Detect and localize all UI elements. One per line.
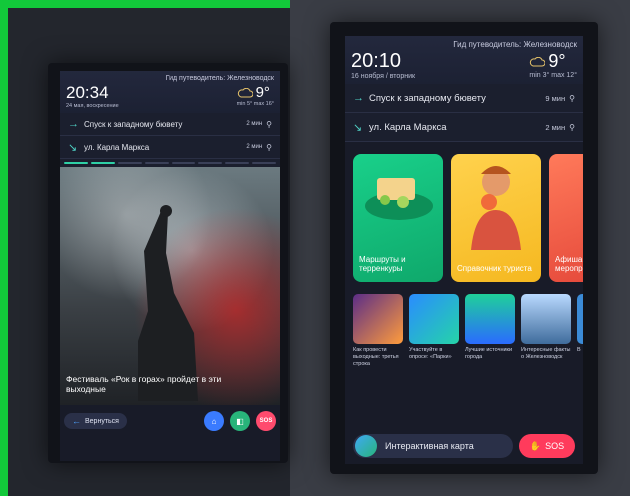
header: Гид путеводитель: Железноводск 20:10 16 … [345,36,583,84]
tile-image [465,294,515,344]
route-label: ул. Карла Маркса [84,142,150,152]
tile[interactable]: В [577,294,583,368]
hand-icon: ✋ [529,440,542,451]
walk-icon: ⚲ [569,93,575,103]
sos-button[interactable]: ✋ SOS [519,434,575,458]
kiosk-small-screen: Гид путеводитель: Железноводск 20:34 24 … [60,71,280,461]
arrow-right-icon: → [353,92,364,104]
route-time: 2 мин [545,122,566,132]
map-label: Интерактивная карта [385,441,474,451]
route-time: 2 мин [246,121,263,127]
route-time: 2 мин [246,144,263,150]
card-title: Маршруты и терренкуры [359,254,406,274]
map-icon [355,435,377,457]
tile[interactable]: Участвуйте в опросе: «Парки» [409,294,459,368]
map-icon: ◧ [236,416,244,426]
news-tiles: Как провести выходные: третья строка Уча… [345,290,583,372]
arrow-down-right-icon: ↘ [68,141,78,154]
route-item[interactable]: ↘ ул. Карла Маркса 2 мин ⚲ [345,113,583,142]
walk-icon: ⚲ [266,119,272,129]
walk-icon: ⚲ [266,142,272,152]
event-photo[interactable]: Фестиваль «Рок в горах» пройдет в эти вы… [60,167,280,405]
tourist-illustration [471,166,521,250]
tile-image [577,294,583,344]
sos-label: SOS [545,441,565,451]
tile-image [409,294,459,344]
card-events[interactable]: Афиша меропр [549,154,583,282]
kiosk-large-screen: Гид путеводитель: Железноводск 20:10 16 … [345,36,583,464]
cloud-moon-icon [237,87,253,97]
tile[interactable]: Лучшие источники города [465,294,515,368]
card-guide[interactable]: Справочник туриста [451,154,541,282]
route-time: 9 мин [545,93,566,103]
route-item[interactable]: → Спуск к западному бювету 2 мин ⚲ [60,113,280,136]
tile-title: В [577,347,581,353]
clock: 20:34 [66,83,109,102]
card-title: Справочник туриста [457,264,532,274]
home-button[interactable]: ⌂ [204,411,224,431]
clock: 20:10 [351,50,402,72]
arrow-right-icon: → [68,118,79,130]
walk-icon: ⚲ [569,122,575,132]
tile-title: Интересные факты о Железноводск [521,347,571,360]
home-icon: ⌂ [211,416,217,426]
green-border-top [0,0,290,8]
map-button[interactable]: ◧ [230,411,250,431]
back-label: Вернуться [85,417,119,425]
card-routes[interactable]: Маршруты и терренкуры [353,154,443,282]
bottom-bar: ← Вернуться ⌂ ◧ SOS [60,405,280,437]
date: 24 мая, воскресение [66,103,119,109]
interactive-map-button[interactable]: Интерактивная карта [353,434,513,458]
temperature: 9° [255,84,270,101]
tile-title: Участвуйте в опросе: «Парки» [409,347,452,360]
temperature-range: min 3° max 12° [529,72,577,79]
tile-title: Лучшие источники города [465,347,513,360]
back-button[interactable]: ← Вернуться [64,413,127,429]
sos-button[interactable]: SOS [256,411,276,431]
slide-progress [60,159,280,167]
tile-image [521,294,571,344]
arrow-left-icon: ← [72,416,81,426]
bottom-bar: Интерактивная карта ✋ SOS [345,428,583,464]
temperature-range: min 5° max 16° [236,101,274,107]
route-label: ул. Карла Маркса [369,121,447,133]
arrow-down-right-icon: ↘ [353,121,363,134]
route-item[interactable]: → Спуск к западному бювету 9 мин ⚲ [345,84,583,113]
route-item[interactable]: ↘ ул. Карла Маркса 2 мин ⚲ [60,136,280,159]
guide-title: Гид путеводитель: Железноводск [453,40,577,49]
route-label: Спуск к западному бювету [369,92,486,104]
kiosk-small: Гид путеводитель: Железноводск 20:34 24 … [48,63,288,463]
event-caption: Фестиваль «Рок в горах» пройдет в эти вы… [66,373,222,395]
route-label: Спуск к западному бювету [84,119,183,129]
cloud-moon-icon [530,56,546,66]
tile[interactable]: Интересные факты о Железноводск [521,294,571,368]
performer-silhouette [138,205,198,401]
tile-title: Как провести выходные: третья строка [353,347,399,367]
card-title: Афиша меропр [555,254,583,274]
kiosk-large: Гид путеводитель: Железноводск 20:10 16 … [330,22,598,474]
tile-image [353,294,403,344]
category-cards: Маршруты и терренкуры Справочник туриста… [345,142,583,290]
header: Гид путеводитель: Железноводск 20:34 24 … [60,71,280,113]
food-illustration [365,178,433,220]
sos-label: SOS [259,418,273,424]
tile[interactable]: Как провести выходные: третья строка [353,294,403,368]
guide-title: Гид путеводитель: Железноводск [165,75,274,82]
green-border-left [0,0,8,496]
date: 16 ноября / вторник [351,73,416,80]
temperature: 9° [548,51,566,71]
